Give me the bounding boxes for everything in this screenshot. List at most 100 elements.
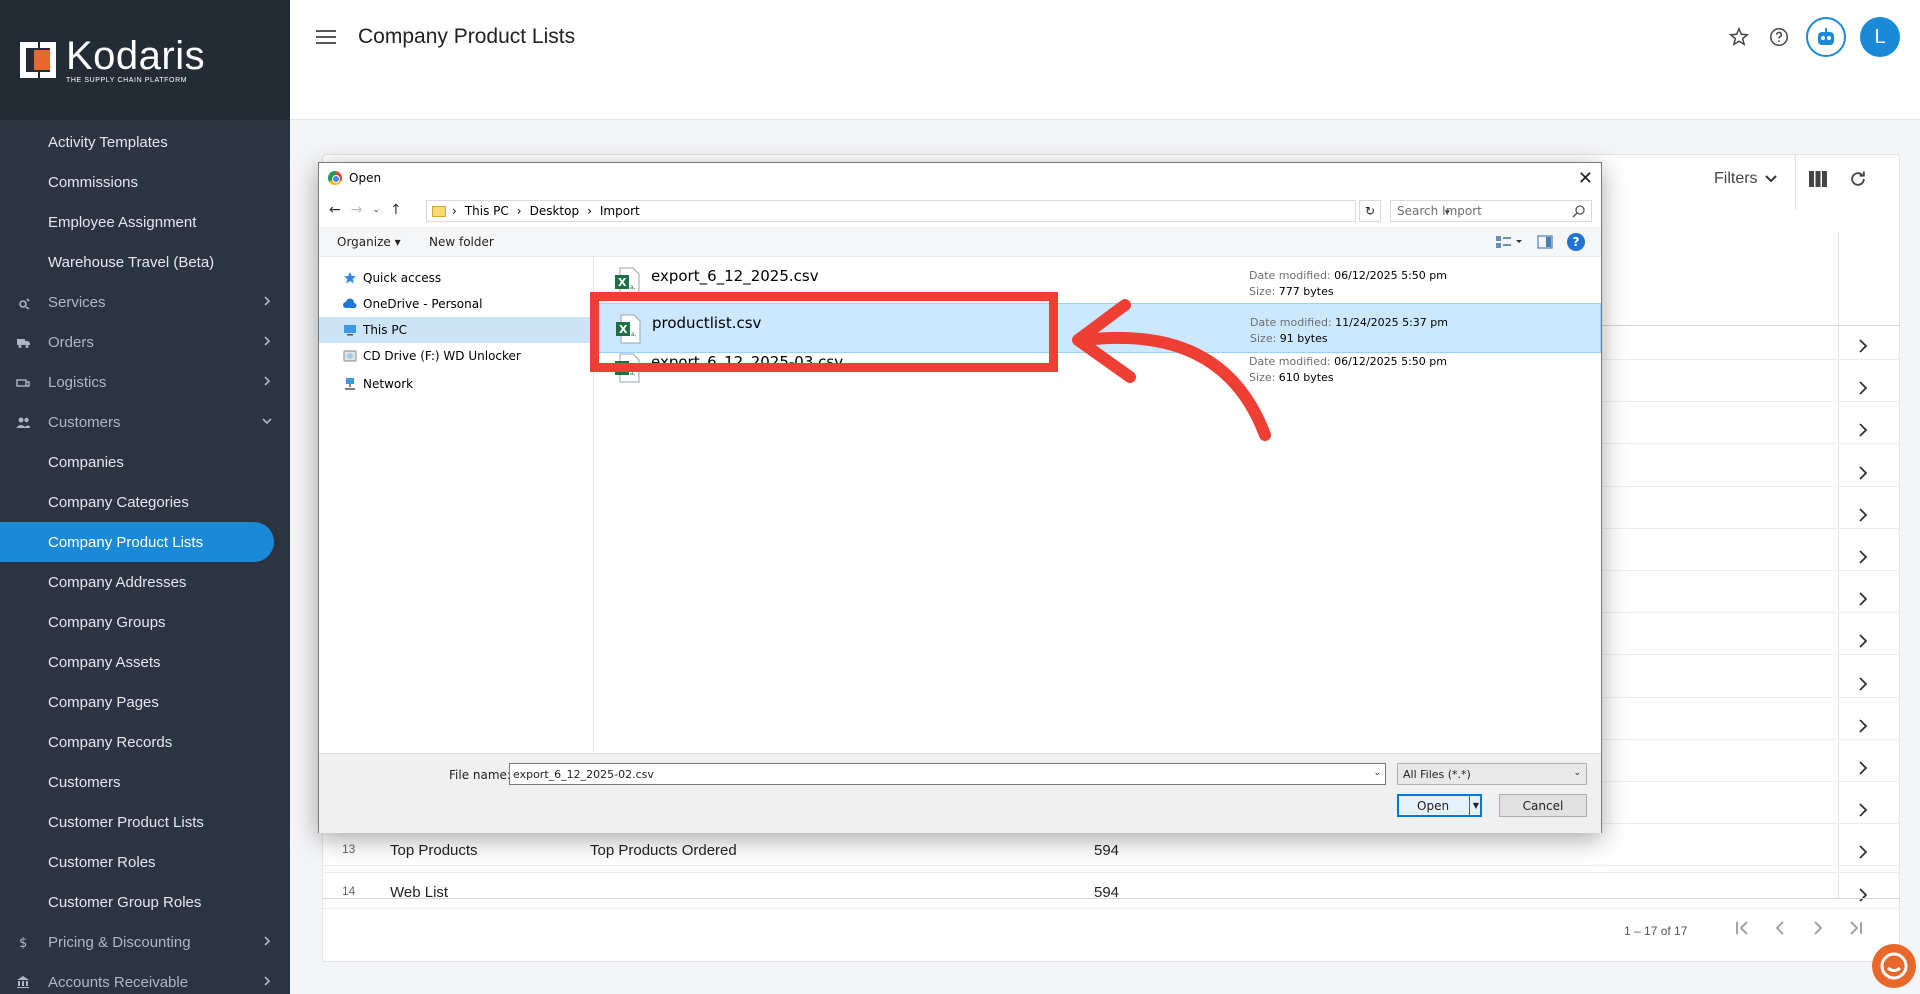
assistant-bot-button[interactable]	[1806, 17, 1846, 57]
row-chevron-right-icon[interactable]	[1858, 465, 1868, 480]
sidebar-item-orders[interactable]: Orders	[0, 322, 290, 362]
refresh-icon[interactable]	[1848, 169, 1868, 194]
sidebar-item-commissions[interactable]: Commissions	[0, 162, 290, 202]
row-chevron-right-icon[interactable]	[1858, 676, 1868, 691]
sidebar-item-company-categories[interactable]: Company Categories	[0, 482, 290, 522]
sidebar-item-customer-roles[interactable]: Customer Roles	[0, 842, 290, 882]
row-description: Top Products Ordered	[590, 842, 737, 859]
search-placeholder: Search Import	[1397, 204, 1482, 218]
sidebar-item-pricing-discounting[interactable]: $ Pricing & Discounting	[0, 922, 290, 962]
columns-icon[interactable]	[1808, 170, 1828, 193]
sidebar-item-services[interactable]: Services	[0, 282, 290, 322]
chat-icon	[1880, 952, 1908, 980]
file-type-select[interactable]: All Files (*.*) ⌄	[1397, 763, 1587, 785]
cloud-icon	[343, 298, 357, 308]
table-row[interactable]: 14 Web List 594	[322, 872, 1900, 914]
last-page-icon[interactable]	[1848, 920, 1864, 936]
row-chevron-right-icon[interactable]	[1858, 803, 1868, 817]
dialog-help-icon[interactable]: ?	[1567, 233, 1585, 251]
sidebar-item-company-product-lists[interactable]: Company Product Lists	[0, 522, 274, 562]
first-page-icon[interactable]	[1734, 920, 1750, 936]
sidebar-item-customer-group-roles[interactable]: Customer Group Roles	[0, 882, 290, 922]
change-view-icon[interactable]	[1495, 235, 1523, 249]
nav-pane-item-quick-access[interactable]: Quick access	[319, 265, 594, 291]
back-arrow-icon[interactable]: ←	[329, 202, 341, 218]
column-divider	[1838, 232, 1839, 898]
cd-drive-icon	[343, 350, 357, 362]
address-refresh-icon[interactable]: ↻	[1359, 200, 1381, 222]
dollar-icon: $	[19, 936, 27, 949]
sidebar-item-label: Customer Roles	[48, 853, 156, 871]
row-chevron-right-icon[interactable]	[1858, 550, 1868, 564]
file-name-input[interactable]: export_6_12_2025-02.csv ⌄	[509, 763, 1386, 785]
nav-pane-item-this-pc[interactable]: This PC	[319, 317, 594, 343]
kodaris-logo[interactable]: Kodaris THE SUPPLY CHAIN PLATFORM	[0, 0, 290, 120]
up-arrow-icon[interactable]: ↑	[390, 202, 402, 218]
sidebar-item-companies[interactable]: Companies	[0, 442, 290, 482]
row-chevron-right-icon[interactable]	[1858, 508, 1868, 522]
sidebar-item-employee-assignment[interactable]: Employee Assignment	[0, 202, 290, 242]
sidebar-item-company-pages[interactable]: Company Pages	[0, 682, 290, 722]
row-chevron-right-icon[interactable]	[1858, 423, 1868, 438]
nav-pane-item-onedrive-personal[interactable]: OneDrive - Personal	[319, 291, 594, 317]
sidebar-item-customers[interactable]: Customers	[0, 402, 290, 442]
row-chevron-right-icon[interactable]	[1858, 634, 1868, 649]
nav-pane-item-cd-drive-f-wd-unlocker[interactable]: CD Drive (F:) WD Unlocker	[319, 343, 594, 369]
organize-menu[interactable]: Organize ▾	[337, 235, 401, 249]
file-name-dropdown-icon[interactable]: ⌄	[1373, 768, 1381, 778]
favorite-star-icon[interactable]	[1726, 24, 1752, 50]
sidebar-item-label: Activity Templates	[48, 133, 168, 151]
breadcrumb-import[interactable]: Import	[600, 204, 640, 218]
dialog-title: Open	[349, 171, 382, 185]
chevron-right-icon	[264, 976, 271, 986]
sidebar-item-company-assets[interactable]: Company Assets	[0, 642, 290, 682]
sidebar-item-company-records[interactable]: Company Records	[0, 722, 290, 762]
dialog-close-button[interactable]: ✕	[1578, 168, 1593, 189]
sidebar-item-label: Company Addresses	[48, 573, 187, 591]
next-page-icon[interactable]	[1810, 920, 1826, 936]
row-chevron-right-icon[interactable]	[1858, 381, 1868, 395]
search-import-input[interactable]: Search Import	[1390, 200, 1592, 222]
sidebar-item-customer-product-lists[interactable]: Customer Product Lists	[0, 802, 290, 842]
breadcrumb-desktop[interactable]: Desktop	[530, 204, 580, 218]
sidebar-item-customers[interactable]: Customers	[0, 762, 290, 802]
address-bar[interactable]: › This PC › Desktop › Import ▾	[426, 200, 1450, 222]
services-icon	[19, 298, 30, 309]
sidebar-item-label: Companies	[48, 453, 124, 471]
row-chevron-right-icon[interactable]	[1858, 592, 1868, 606]
row-chevron-right-icon[interactable]	[1858, 761, 1868, 775]
filters-button[interactable]: Filters	[1714, 170, 1778, 188]
nav-pane-label: OneDrive - Personal	[363, 297, 483, 311]
open-button[interactable]: Open ▼	[1397, 794, 1482, 817]
red-arrow-annotation	[1072, 299, 1271, 441]
sidebar-item-accounts-receivable[interactable]: Accounts Receivable	[0, 962, 290, 994]
date-modified-value: 11/24/2025 5:37 pm	[1335, 316, 1448, 329]
toolbar-divider	[1795, 154, 1796, 210]
sidebar-item-logistics[interactable]: Logistics	[0, 362, 290, 402]
table-row[interactable]: 13 Top Products Top Products Ordered 594	[322, 830, 1900, 872]
sidebar-item-activity-templates[interactable]: Activity Templates	[0, 122, 290, 162]
sidebar-item-label: Employee Assignment	[48, 213, 197, 231]
nav-pane-label: CD Drive (F:) WD Unlocker	[363, 349, 521, 363]
open-split-dropdown-icon[interactable]: ▼	[1469, 796, 1482, 815]
sidebar-item-company-groups[interactable]: Company Groups	[0, 602, 290, 642]
sidebar-item-label: Commissions	[48, 173, 139, 191]
chevron-right-icon	[264, 296, 271, 306]
recent-locations-chevron-icon[interactable]: ⌄	[372, 202, 380, 218]
nav-pane-item-network[interactable]: Network	[319, 371, 594, 397]
user-avatar[interactable]: L	[1860, 17, 1900, 57]
chat-help-button[interactable]	[1872, 944, 1916, 988]
new-folder-button[interactable]: New folder	[429, 235, 494, 249]
row-chevron-right-icon[interactable]	[1858, 719, 1868, 733]
sidebar-item-company-addresses[interactable]: Company Addresses	[0, 562, 290, 602]
sidebar-item-warehouse-travel-beta[interactable]: Warehouse Travel (Beta)	[0, 242, 290, 282]
preview-pane-icon[interactable]	[1537, 235, 1553, 249]
breadcrumb-this-pc[interactable]: This PC	[465, 204, 509, 218]
row-chevron-right-icon[interactable]	[1858, 339, 1868, 353]
cancel-button[interactable]: Cancel	[1499, 794, 1587, 817]
hamburger-menu-icon[interactable]	[316, 28, 336, 46]
forward-arrow-icon[interactable]: →	[351, 202, 363, 218]
previous-page-icon[interactable]	[1772, 920, 1788, 936]
help-circle-icon[interactable]	[1766, 24, 1792, 50]
file-open-dialog: Open ✕ ← → ⌄ ↑ › This PC › Desktop › Imp…	[318, 162, 1602, 833]
